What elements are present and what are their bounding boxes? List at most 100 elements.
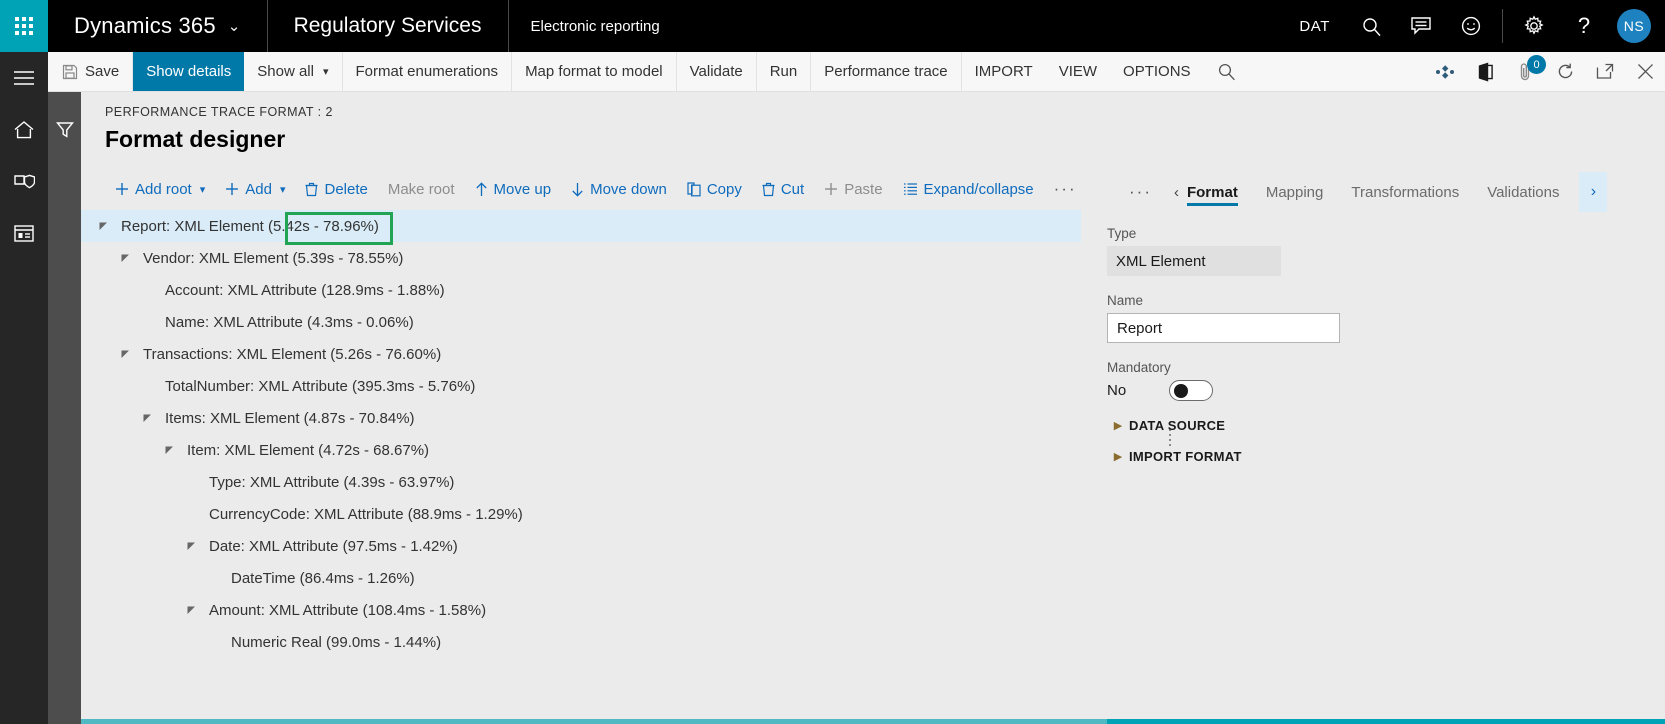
- copy-button[interactable]: Copy: [677, 181, 752, 198]
- add-button[interactable]: Add ▾: [215, 181, 295, 198]
- home-icon[interactable]: [0, 108, 48, 152]
- tab-validations[interactable]: Validations: [1473, 172, 1573, 212]
- tree-row[interactable]: Vendor: XML Element (5.39s - 78.55%): [81, 242, 1081, 274]
- add-label: Add: [245, 180, 272, 198]
- paste-button[interactable]: Paste: [814, 181, 892, 198]
- gear-icon[interactable]: [1509, 0, 1559, 52]
- tree-expander-expanded-icon[interactable]: [95, 218, 111, 234]
- page-electronic-reporting[interactable]: Electronic reporting: [509, 0, 682, 52]
- tree-row[interactable]: Report: XML Element (5.42s - 78.96%): [81, 210, 1081, 242]
- tree-expander-expanded-icon[interactable]: [183, 538, 199, 554]
- options-label: OPTIONS: [1123, 63, 1191, 80]
- tree-row-label: Account: XML Attribute (128.9ms - 1.88%): [165, 281, 445, 299]
- tree-row[interactable]: Date: XML Attribute (97.5ms - 1.42%): [81, 530, 1081, 562]
- area-regulatory-services[interactable]: Regulatory Services: [268, 0, 509, 52]
- app-window: Dynamics 365 ⌄ Regulatory Services Elect…: [0, 0, 1665, 724]
- format-tree: Report: XML Element (5.42s - 78.96%) Vend…: [81, 210, 1081, 658]
- tab-mapping[interactable]: Mapping: [1252, 172, 1338, 212]
- hamburger-menu-icon[interactable]: [0, 56, 48, 100]
- popout-icon[interactable]: [1585, 52, 1625, 91]
- search-icon[interactable]: [1346, 0, 1396, 52]
- save-label: Save: [85, 63, 120, 80]
- left-navigation-rail: [0, 52, 48, 724]
- personalize-icon[interactable]: [1425, 52, 1465, 91]
- move-up-button[interactable]: Move up: [465, 181, 562, 198]
- cut-button[interactable]: Cut: [752, 181, 814, 198]
- tree-row-label: TotalNumber: XML Attribute (395.3ms - 5.…: [165, 377, 476, 395]
- tree-toolbar-overflow[interactable]: ···: [1044, 179, 1087, 199]
- add-root-label: Add root: [135, 180, 192, 198]
- brand-label: Dynamics 365: [74, 13, 216, 38]
- tree-expander-expanded-icon[interactable]: [139, 410, 155, 426]
- tree-expander-expanded-icon[interactable]: [183, 602, 199, 618]
- name-input[interactable]: Report: [1107, 313, 1340, 343]
- filter-icon[interactable]: [48, 108, 81, 152]
- validate-button[interactable]: Validate: [677, 52, 757, 91]
- chevron-right-icon: ▶: [1113, 451, 1123, 463]
- delete-button[interactable]: Delete: [295, 181, 377, 198]
- tabs-overflow[interactable]: ···: [1129, 182, 1152, 202]
- tab-import[interactable]: IMPORT: [962, 52, 1046, 91]
- help-icon[interactable]: ?: [1559, 0, 1609, 52]
- tree-row[interactable]: TotalNumber: XML Attribute (395.3ms - 5.…: [81, 370, 1081, 402]
- tab-view[interactable]: VIEW: [1046, 52, 1110, 91]
- tree-toolbar: Add root ▾ Add ▾ Delete Make root Move u…: [105, 172, 1105, 206]
- toolbar-search-icon[interactable]: [1204, 52, 1250, 91]
- tree-row[interactable]: CurrencyCode: XML Attribute (88.9ms - 1.…: [81, 498, 1081, 530]
- mandatory-toggle[interactable]: [1169, 380, 1213, 401]
- tree-row[interactable]: DateTime (86.4ms - 1.26%): [81, 562, 1081, 594]
- expand-collapse-button[interactable]: Expand/collapse: [893, 181, 1044, 198]
- tab-format-label: Format: [1186, 183, 1238, 201]
- chevron-down-icon: ▾: [279, 183, 286, 196]
- tree-expander-expanded-icon[interactable]: [161, 442, 177, 458]
- make-root-button[interactable]: Make root: [378, 181, 465, 198]
- tree-row[interactable]: Transactions: XML Element (5.26s - 76.60…: [81, 338, 1081, 370]
- section-data-source[interactable]: ▶ DATA SOURCE: [1107, 418, 1665, 433]
- close-icon[interactable]: [1625, 52, 1665, 91]
- avatar[interactable]: NS: [1617, 9, 1651, 43]
- favorites-shield-icon[interactable]: [0, 160, 48, 204]
- toggle-knob: [1174, 384, 1188, 398]
- tree-row-label: CurrencyCode: XML Attribute (88.9ms - 1.…: [209, 505, 523, 523]
- tree-row-label: Vendor: XML Element (5.39s - 78.55%): [143, 249, 404, 267]
- tree-row[interactable]: Type: XML Attribute (4.39s - 63.97%): [81, 466, 1081, 498]
- feedback-smiley-icon[interactable]: [1446, 0, 1496, 52]
- list-lines-icon: [903, 182, 918, 196]
- attachments-icon[interactable]: 0: [1505, 52, 1546, 91]
- tree-row[interactable]: Items: XML Element (4.87s - 70.84%): [81, 402, 1081, 434]
- tab-format[interactable]: Format: [1173, 172, 1252, 212]
- tree-row[interactable]: Amount: XML Attribute (108.4ms - 1.58%): [81, 594, 1081, 626]
- tree-row[interactable]: Item: XML Element (4.72s - 68.67%): [81, 434, 1081, 466]
- workspaces-icon[interactable]: [0, 212, 48, 256]
- run-button[interactable]: Run: [757, 52, 812, 91]
- company-selector[interactable]: DAT: [1283, 0, 1346, 52]
- message-icon[interactable]: [1396, 0, 1446, 52]
- tree-row-label: Numeric Real (99.0ms - 1.44%): [231, 633, 442, 651]
- show-all-dropdown[interactable]: Show all ▾: [244, 52, 343, 91]
- tabs-next-arrow[interactable]: ›: [1579, 172, 1608, 212]
- page-title: Format designer: [105, 126, 286, 152]
- format-enumerations-label: Format enumerations: [355, 63, 499, 80]
- tab-options[interactable]: OPTIONS: [1110, 52, 1204, 91]
- show-details-button[interactable]: Show details: [133, 52, 245, 91]
- validate-label: Validate: [689, 63, 743, 80]
- tree-row[interactable]: Name: XML Attribute (4.3ms - 0.06%): [81, 306, 1081, 338]
- open-in-office-icon[interactable]: [1465, 52, 1505, 91]
- tree-expander-expanded-icon[interactable]: [117, 250, 133, 266]
- brand-dynamics365[interactable]: Dynamics 365 ⌄: [48, 0, 268, 52]
- nav-right-group: DAT ? NS: [1283, 0, 1665, 52]
- tree-expander-expanded-icon[interactable]: [117, 346, 133, 362]
- app-launcher-icon[interactable]: [0, 0, 48, 52]
- properties-form: Type XML Element Name Report Mandatory N…: [1093, 212, 1665, 464]
- format-enumerations-button[interactable]: Format enumerations: [343, 52, 513, 91]
- tab-transformations[interactable]: Transformations: [1337, 172, 1473, 212]
- section-import-format[interactable]: ▶ IMPORT FORMAT: [1107, 449, 1665, 464]
- tree-row[interactable]: Numeric Real (99.0ms - 1.44%): [81, 626, 1081, 658]
- add-root-button[interactable]: Add root ▾: [105, 181, 215, 198]
- tree-row[interactable]: Account: XML Attribute (128.9ms - 1.88%): [81, 274, 1081, 306]
- performance-trace-button[interactable]: Performance trace: [811, 52, 962, 91]
- refresh-icon[interactable]: [1545, 52, 1585, 91]
- move-down-button[interactable]: Move down: [561, 181, 677, 198]
- map-format-to-model-button[interactable]: Map format to model: [512, 52, 677, 91]
- save-button[interactable]: Save: [48, 52, 134, 91]
